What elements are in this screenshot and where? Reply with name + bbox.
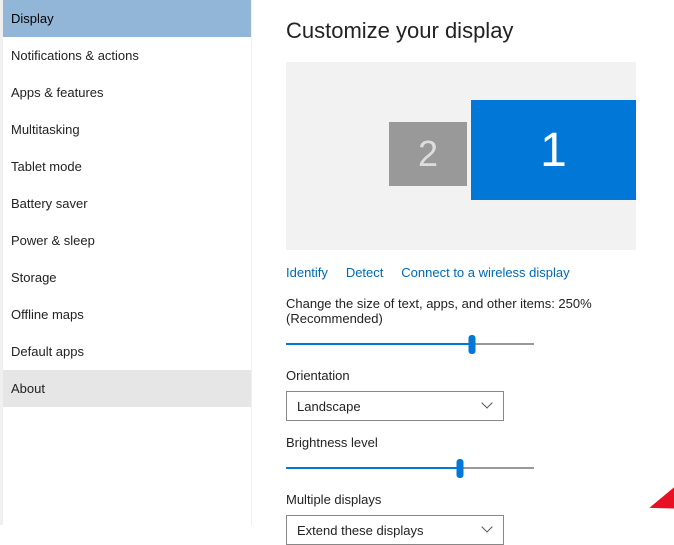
sidebar-item-storage[interactable]: Storage [3, 259, 251, 296]
sidebar-item-display[interactable]: Display [3, 0, 251, 37]
page-title: Customize your display [286, 18, 666, 44]
monitor-1[interactable]: 1 [471, 100, 636, 200]
brightness-label: Brightness level [286, 435, 666, 450]
sidebar-item-multitasking[interactable]: Multitasking [3, 111, 251, 148]
orientation-value: Landscape [297, 399, 361, 414]
settings-sidebar: DisplayNotifications & actionsApps & fea… [0, 0, 252, 525]
multi-displays-select[interactable]: Extend these displays [286, 515, 504, 545]
main-content: Customize your display 2 1 Identify Dete… [252, 0, 674, 525]
slider-fill [286, 343, 472, 345]
chevron-down-icon [483, 401, 493, 411]
wireless-link[interactable]: Connect to a wireless display [401, 265, 569, 280]
detect-link[interactable]: Detect [346, 265, 384, 280]
sidebar-item-offline-maps[interactable]: Offline maps [3, 296, 251, 333]
chevron-down-icon [483, 525, 493, 535]
slider-fill [286, 467, 460, 469]
identify-link[interactable]: Identify [286, 265, 328, 280]
scale-label: Change the size of text, apps, and other… [286, 296, 666, 326]
sidebar-item-power-sleep[interactable]: Power & sleep [3, 222, 251, 259]
sidebar-item-apps-features[interactable]: Apps & features [3, 74, 251, 111]
sidebar-item-about[interactable]: About [3, 370, 251, 407]
sidebar-item-notifications-actions[interactable]: Notifications & actions [3, 37, 251, 74]
display-links: Identify Detect Connect to a wireless di… [286, 264, 666, 280]
sidebar-item-battery-saver[interactable]: Battery saver [3, 185, 251, 222]
orientation-label: Orientation [286, 368, 666, 383]
display-preview[interactable]: 2 1 [286, 62, 636, 250]
brightness-slider[interactable] [286, 458, 534, 478]
sidebar-item-tablet-mode[interactable]: Tablet mode [3, 148, 251, 185]
slider-thumb[interactable] [456, 459, 463, 478]
orientation-select[interactable]: Landscape [286, 391, 504, 421]
monitor-2[interactable]: 2 [389, 122, 467, 186]
sidebar-item-default-apps[interactable]: Default apps [3, 333, 251, 370]
multi-displays-label: Multiple displays [286, 492, 666, 507]
scale-slider[interactable] [286, 334, 534, 354]
slider-thumb[interactable] [469, 335, 476, 354]
